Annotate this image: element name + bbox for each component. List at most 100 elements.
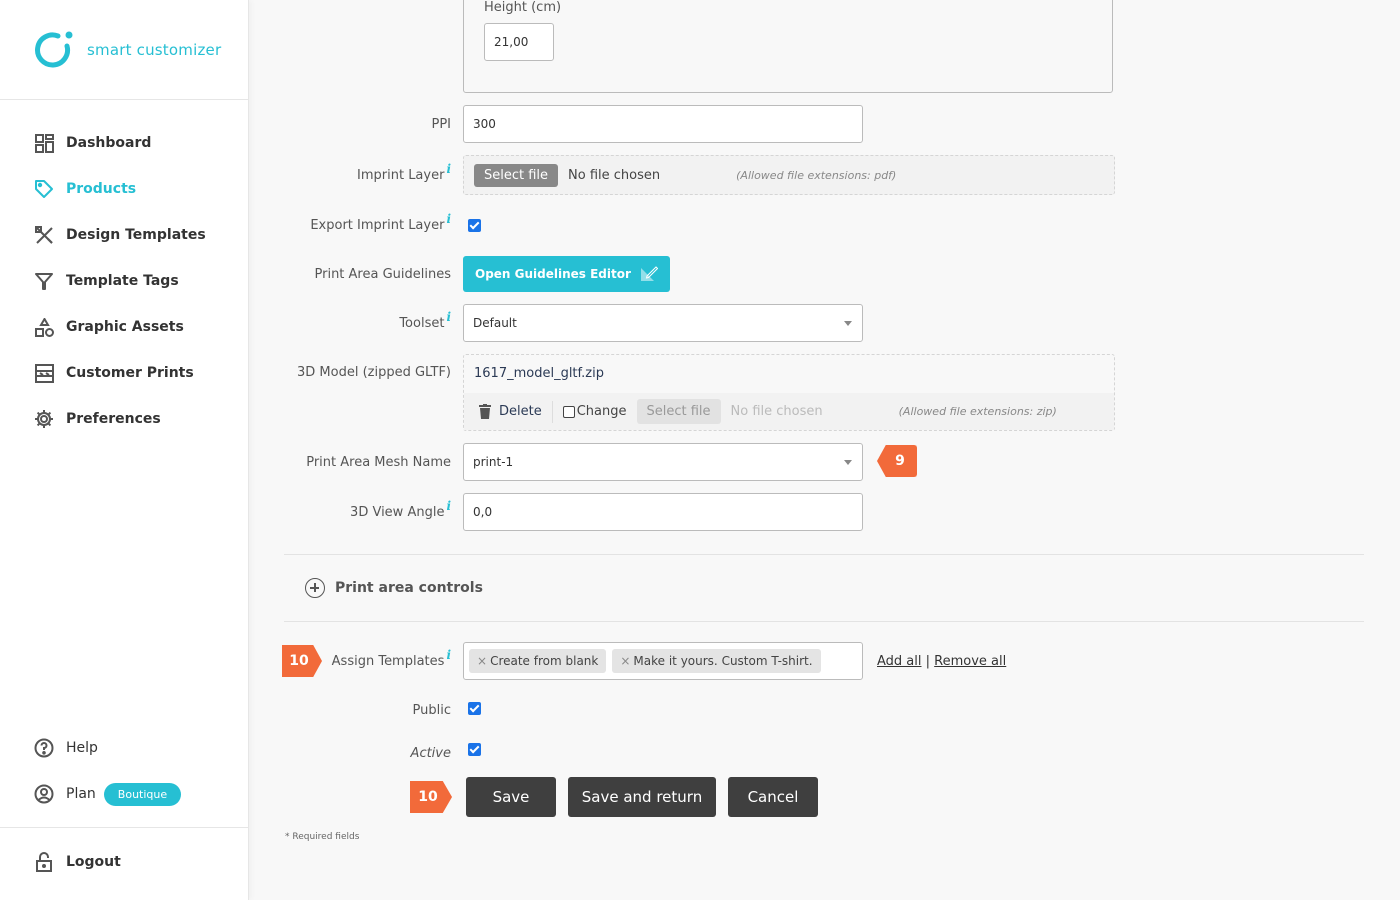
template-tag: × Create from blank <box>469 649 607 673</box>
save-and-return-button[interactable]: Save and return <box>568 777 716 817</box>
sidebar-item-label: Logout <box>66 854 121 870</box>
link-separator: | <box>925 653 931 669</box>
logo-icon <box>34 30 74 70</box>
info-icon[interactable]: i <box>446 648 451 662</box>
sidebar-item-graphic-assets[interactable]: Graphic Assets <box>0 304 248 350</box>
step-badge-10: 10 <box>410 781 452 813</box>
sidebar-item-label: Design Templates <box>66 227 206 243</box>
sidebar-nav: Dashboard Products Design Templates Temp… <box>0 100 248 442</box>
tag-icon <box>34 179 54 199</box>
sidebar-item-label: Template Tags <box>66 273 179 289</box>
divider <box>551 400 553 423</box>
lock-icon <box>34 852 54 872</box>
remove-tag-icon[interactable]: × <box>477 654 487 668</box>
template-links: Add all | Remove all <box>877 654 1006 669</box>
cancel-button[interactable]: Cancel <box>728 777 818 817</box>
ppi-label: PPI <box>431 116 451 132</box>
info-icon[interactable]: i <box>446 310 451 324</box>
section-divider <box>284 621 1364 622</box>
filter-icon <box>34 271 54 291</box>
ppi-input[interactable]: 300 <box>463 105 863 143</box>
toolset-row: Toolset i Default <box>250 304 1400 342</box>
sidebar-divider <box>0 827 248 828</box>
imprint-select-file-button[interactable]: Select file <box>474 163 559 187</box>
height-input[interactable]: 21,00 <box>484 23 554 61</box>
active-label: Active <box>410 745 451 761</box>
brand-logo[interactable]: smart customizer <box>0 0 248 100</box>
model-3d-upload: 1617_model_gltf.zip Delete Change Select… <box>463 354 1115 431</box>
info-icon[interactable]: i <box>446 162 451 176</box>
save-button[interactable]: Save <box>466 777 556 817</box>
info-icon[interactable]: i <box>446 499 451 513</box>
remove-all-link[interactable]: Remove all <box>934 654 1006 669</box>
mesh-name-row: Print Area Mesh Name print-1 <box>250 443 1400 481</box>
sidebar-item-dashboard[interactable]: Dashboard <box>0 120 248 166</box>
assign-templates-label: Assign Templates i <box>331 647 451 669</box>
model-3d-label: 3D Model (zipped GLTF) <box>297 365 451 380</box>
sidebar-item-template-tags[interactable]: Template Tags <box>0 258 248 304</box>
sidebar-item-label: Help <box>66 740 98 756</box>
sidebar-item-products[interactable]: Products <box>0 166 248 212</box>
model-select-file-button[interactable]: Select file <box>636 399 721 424</box>
delete-model-button[interactable]: Delete <box>479 404 542 419</box>
imprint-layer-row: Imprint Layer i Select file No file chose… <box>250 155 1400 195</box>
sidebar-item-preferences[interactable]: Preferences <box>0 396 248 442</box>
view-angle-input[interactable]: 0,0 <box>463 493 863 531</box>
remove-tag-icon[interactable]: × <box>620 654 630 668</box>
model-file-status: No file chosen <box>730 404 823 419</box>
dashboard-icon <box>34 133 54 153</box>
user-circle-icon <box>34 784 54 804</box>
change-label: Change <box>576 404 627 419</box>
prints-icon <box>34 363 54 383</box>
model-allowed-extensions: (Allowed file extensions: zip) <box>898 405 1057 418</box>
sidebar-item-label: Customer Prints <box>66 365 194 381</box>
open-guidelines-editor-button[interactable]: Open Guidelines Editor <box>463 256 670 292</box>
public-checkbox[interactable] <box>468 702 481 715</box>
guidelines-label: Print Area Guidelines <box>314 266 452 282</box>
active-row: Active <box>250 740 1400 766</box>
change-model-checkbox[interactable] <box>562 405 575 418</box>
export-imprint-row: Export Imprint Layer i <box>250 210 1400 240</box>
model-actions: Delete Change Select file No file chosen… <box>464 393 1114 430</box>
public-label: Public <box>412 702 451 718</box>
edit-guidelines-icon <box>640 266 658 282</box>
guidelines-row: Print Area Guidelines Open Guidelines Ed… <box>250 256 1400 292</box>
height-label: Height (cm) <box>484 0 562 15</box>
imprint-layer-label: Imprint Layer i <box>357 161 451 183</box>
active-checkbox[interactable] <box>468 743 481 756</box>
view-angle-row: 3D View Angle i 0,0 <box>250 493 1400 531</box>
export-imprint-checkbox[interactable] <box>468 218 481 232</box>
imprint-layer-upload: Select file No file chosen (Allowed file… <box>463 155 1115 195</box>
toolset-select[interactable]: Default <box>463 304 863 342</box>
sidebar: smart customizer Dashboard Products Desi… <box>0 0 249 900</box>
mesh-name-select[interactable]: print-1 <box>463 443 863 481</box>
sidebar-item-label: Preferences <box>66 411 161 427</box>
sidebar-item-design-templates[interactable]: Design Templates <box>0 212 248 258</box>
export-imprint-label: Export Imprint Layer i <box>310 211 451 233</box>
sidebar-item-label: Plan <box>66 786 96 802</box>
required-fields-note: * Required fields <box>285 832 360 842</box>
sidebar-item-label: Dashboard <box>66 135 152 151</box>
plan-badge: Boutique <box>103 782 182 806</box>
section-divider <box>284 554 1364 555</box>
mesh-name-label: Print Area Mesh Name <box>306 454 451 470</box>
info-icon[interactable]: i <box>446 212 451 226</box>
sidebar-item-plan[interactable]: Plan Boutique <box>0 771 248 817</box>
help-icon <box>34 738 54 758</box>
chevron-down-icon <box>844 460 852 465</box>
sidebar-logout-section: Logout <box>0 839 248 885</box>
sidebar-bottom-nav: Help Plan Boutique <box>0 725 248 817</box>
imprint-allowed-extensions: (Allowed file extensions: pdf) <box>736 168 897 182</box>
sidebar-item-customer-prints[interactable]: Customer Prints <box>0 350 248 396</box>
sidebar-item-logout[interactable]: Logout <box>0 839 248 885</box>
dimensions-fieldset: Height (cm) 21,00 <box>463 0 1113 93</box>
templates-multiselect[interactable]: × Create from blank × Make it yours. Custo… <box>463 642 863 680</box>
sidebar-item-help[interactable]: Help <box>0 725 248 771</box>
add-all-link[interactable]: Add all <box>877 654 922 669</box>
brand-name: smart customizer <box>87 40 222 59</box>
model-3d-row: 3D Model (zipped GLTF) 1617_model_gltf.z… <box>250 354 1400 431</box>
print-area-controls-toggle[interactable]: Print area controls <box>305 578 483 598</box>
chevron-down-icon <box>844 321 852 326</box>
design-tools-icon <box>34 225 54 245</box>
product-form: Height (cm) 21,00 PPI 300 Imprint Layer i… <box>250 0 1400 900</box>
